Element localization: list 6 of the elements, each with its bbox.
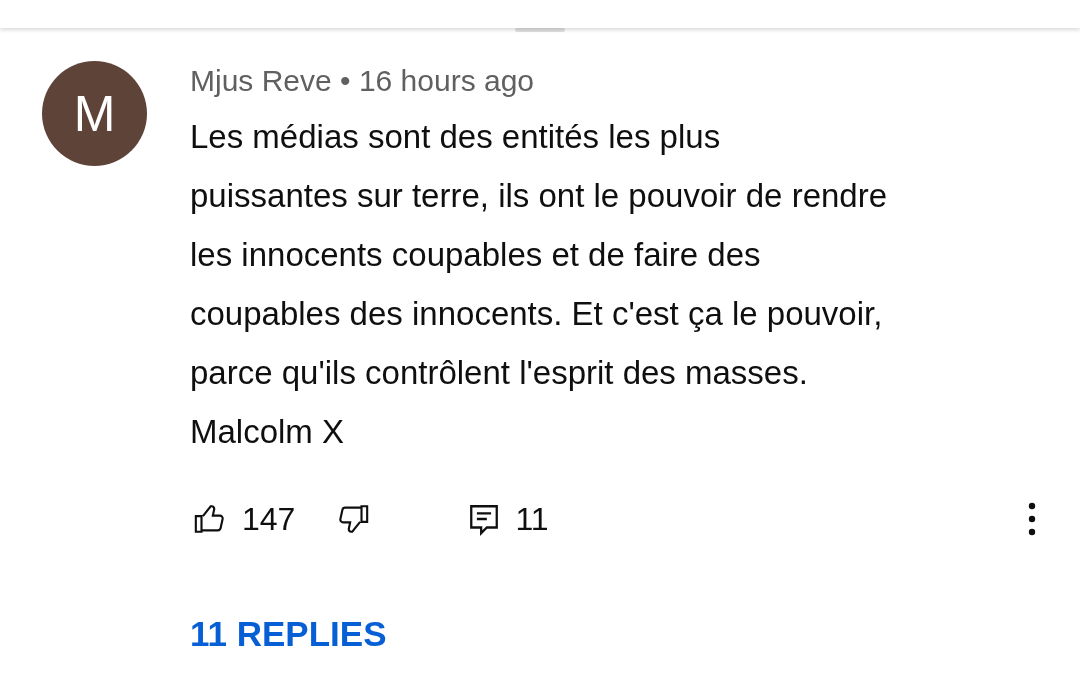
- replies-link[interactable]: 11 REPLIES: [190, 614, 387, 654]
- comment-meta: Mjus Reve • 16 hours ago: [190, 63, 536, 99]
- reply-count: 11: [515, 500, 549, 538]
- like-count: 147: [242, 500, 296, 538]
- avatar[interactable]: M: [42, 61, 147, 166]
- comment-text: Les médias sont des entités les plus puissantes sur terre, ils ont le pouvoir de rendre les innocents coupables et de faire des coupables des innocents. Et c'est ça le pouvoir, parce qu'ils contrôlent l'esprit des masses. Malcolm X: [190, 117, 889, 452]
